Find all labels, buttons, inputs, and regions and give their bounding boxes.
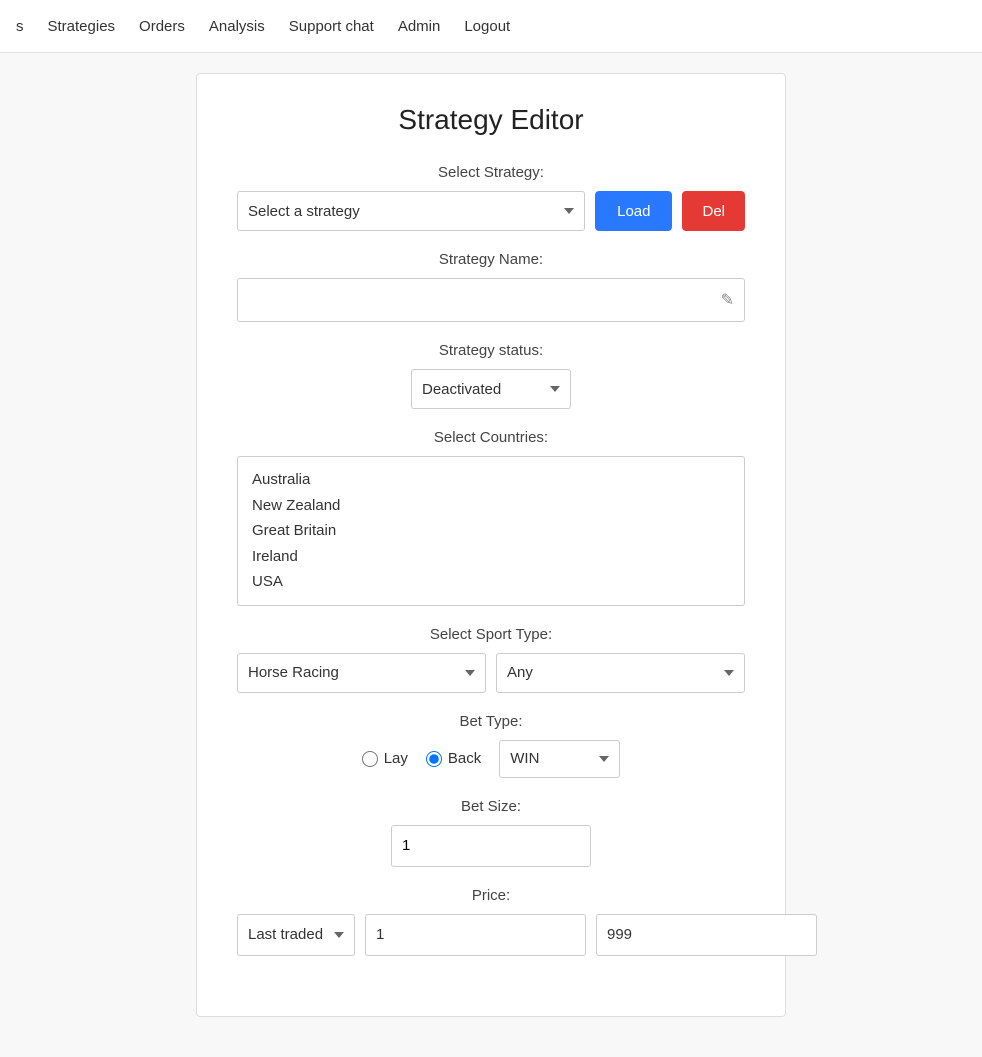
sport-subtype-select[interactable]: Any Flat Hurdle Chase [496,653,745,693]
main-wrapper: Strategy Editor Select Strategy: Select … [0,53,982,1057]
strategy-status-label: Strategy status: [237,342,745,359]
countries-list[interactable]: Australia New Zealand Great Britain Irel… [237,456,745,606]
select-strategy-row: Select a strategy Load Del [237,191,745,231]
strategy-name-input[interactable] [238,279,744,321]
nav-admin[interactable]: Admin [398,18,441,35]
page-title: Strategy Editor [237,104,745,136]
sport-type-select[interactable]: Horse Racing Football Tennis Golf [237,653,486,693]
select-strategy-label: Select Strategy: [237,164,745,181]
bet-type-row: Lay Back WIN PLACE EACH WAY [237,740,745,778]
load-button[interactable]: Load [595,191,672,231]
nav-home[interactable]: s [16,18,24,35]
edit-icon: ✎ [721,290,734,310]
del-button[interactable]: Del [682,191,745,231]
price-type-select[interactable]: Last traded Best back Best lay Ladder [237,914,355,956]
select-countries-label: Select Countries: [237,429,745,446]
nav-support-chat[interactable]: Support chat [289,18,374,35]
sport-type-group: Select Sport Type: Horse Racing Football… [237,626,745,693]
bet-type-group: Bet Type: Lay Back WIN PLACE EACH WAY [237,713,745,778]
nav-logout[interactable]: Logout [464,18,510,35]
select-countries-group: Select Countries: Australia New Zealand … [237,429,745,606]
nav-analysis[interactable]: Analysis [209,18,265,35]
win-select[interactable]: WIN PLACE EACH WAY [499,740,620,778]
lay-radio[interactable] [362,751,378,767]
strategy-name-label: Strategy Name: [237,251,745,268]
lay-radio-label[interactable]: Lay [362,750,408,767]
price-min-input[interactable] [365,914,586,956]
back-radio[interactable] [426,751,442,767]
price-row: Last traded Best back Best lay Ladder [237,914,745,956]
lay-label: Lay [384,750,408,767]
select-strategy-group: Select Strategy: Select a strategy Load … [237,164,745,231]
price-group: Price: Last traded Best back Best lay La… [237,887,745,956]
nav-orders[interactable]: Orders [139,18,185,35]
main-nav: s Strategies Orders Analysis Support cha… [0,0,982,53]
country-ireland[interactable]: Ireland [252,544,730,570]
price-label: Price: [237,887,745,904]
country-great-britain[interactable]: Great Britain [252,518,730,544]
bet-size-input[interactable] [391,825,591,867]
strategy-name-group: Strategy Name: ✎ [237,251,745,322]
bet-type-label: Bet Type: [237,713,745,730]
back-label: Back [448,750,481,767]
sport-type-label: Select Sport Type: [237,626,745,643]
strategy-status-center: Deactivated Activated [237,369,745,409]
price-max-input[interactable] [596,914,817,956]
sport-row: Horse Racing Football Tennis Golf Any Fl… [237,653,745,693]
back-radio-label[interactable]: Back [426,750,481,767]
strategy-status-select[interactable]: Deactivated Activated [411,369,571,409]
country-new-zealand[interactable]: New Zealand [252,493,730,519]
country-usa[interactable]: USA [252,569,730,595]
bet-size-label: Bet Size: [237,798,745,815]
nav-strategies[interactable]: Strategies [48,18,116,35]
country-australia[interactable]: Australia [252,467,730,493]
strategy-status-group: Strategy status: Deactivated Activated [237,342,745,409]
editor-card: Strategy Editor Select Strategy: Select … [196,73,786,1017]
strategy-select[interactable]: Select a strategy [237,191,585,231]
bet-size-center [237,825,745,867]
strategy-name-wrapper: ✎ [237,278,745,322]
bet-size-group: Bet Size: [237,798,745,867]
